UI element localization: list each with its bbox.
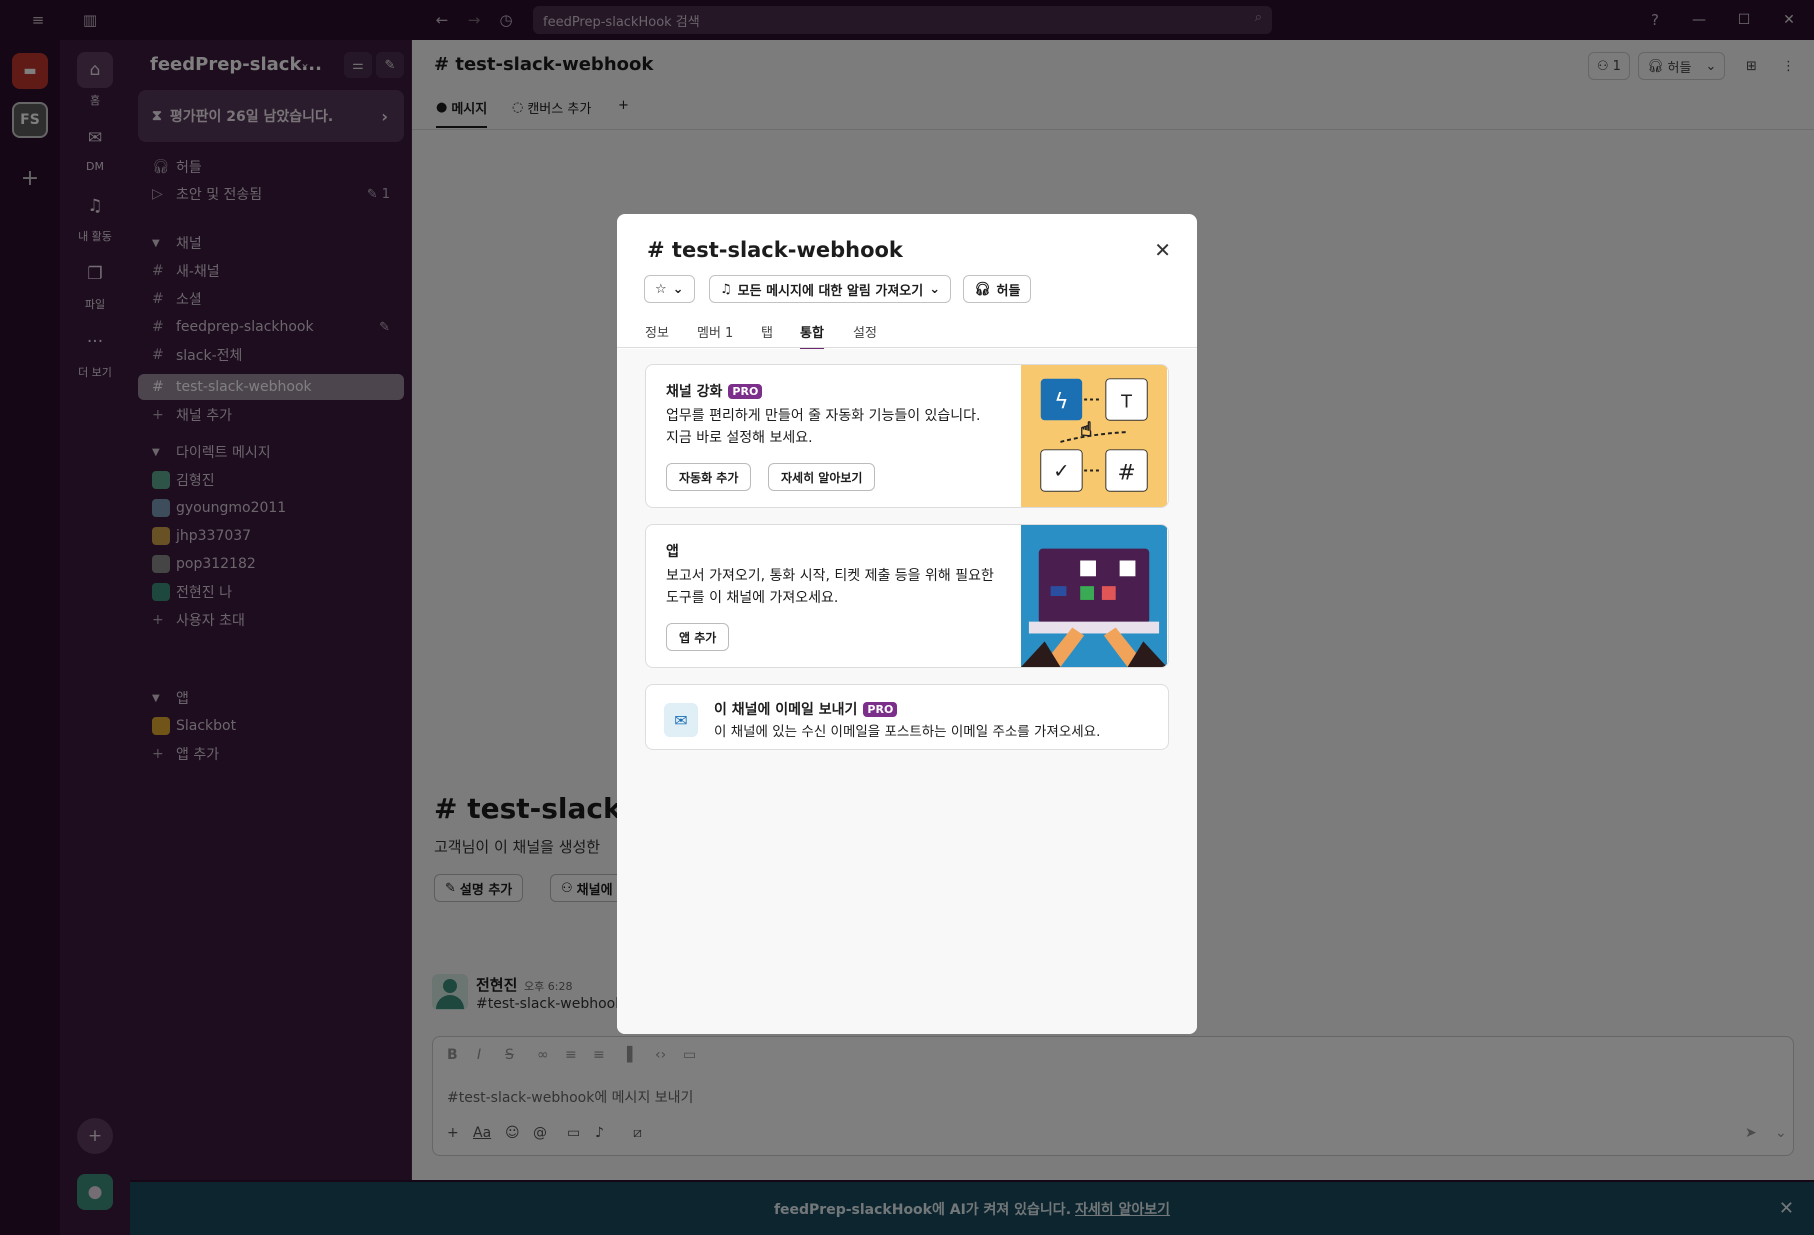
close-icon[interactable]: ✕ [1154, 238, 1171, 262]
star-button[interactable]: ☆ ⌄ [644, 275, 695, 303]
tab-tabs[interactable]: 탭 [761, 322, 773, 341]
chevron-down-icon: ⌄ [929, 281, 941, 297]
tab-settings[interactable]: 설정 [853, 322, 877, 341]
svg-text:ϟ: ϟ [1054, 389, 1068, 414]
card-title: 이 채널에 이메일 보내기 PRO [714, 699, 898, 719]
email-icon: ✉ [664, 703, 698, 737]
add-app-button[interactable]: 앱 추가 [666, 623, 730, 651]
tab-integrations[interactable]: 통합 [800, 322, 824, 350]
svg-text:T: T [1120, 392, 1132, 412]
modal-tabs: 정보 멤버 1 탭 통합 설정 [617, 312, 1197, 350]
add-automation-button[interactable]: 자동화 추가 [666, 463, 752, 491]
tab-about[interactable]: 정보 [645, 322, 669, 341]
workflow-illustration: ϟ T ✓ # ☝ [1021, 365, 1167, 507]
notifications-button[interactable]: ♫ 모든 메시지에 대한 알림 가져오기 ⌄ [709, 275, 952, 303]
notifications-label: 모든 메시지에 대한 알림 가져오기 [737, 283, 924, 299]
card-description: 이 채널에 있는 수신 이메일을 포스트하는 이메일 주소를 가져오세요. [714, 724, 1101, 740]
learn-more-button[interactable]: 자세히 알아보기 [768, 463, 876, 491]
svg-text:✓: ✓ [1053, 459, 1070, 482]
svg-text:#: # [1117, 460, 1135, 485]
modal-title: # test-slack-webhook [647, 238, 903, 262]
channel-details-modal: # test-slack-webhook ✕ ☆ ⌄ ♫ 모든 메시지에 대한 알림… [617, 214, 1197, 1034]
tab-members[interactable]: 멤버 1 [697, 322, 733, 341]
apps-illustration [1021, 525, 1167, 667]
card-title: 채널 강화 PRO [666, 381, 763, 401]
chevron-down-icon: ⌄ [672, 281, 684, 297]
bell-icon: ♫ [720, 281, 732, 297]
star-icon: ☆ [655, 281, 667, 297]
card-description: 업무를 편리하게 만들어 줄 자동화 기능들이 있습니다. 지금 바로 설정해 … [666, 408, 981, 446]
modal-body: 채널 강화 PRO 업무를 편리하게 만들어 줄 자동화 기능들이 있습니다. 지… [617, 349, 1197, 1034]
card-title: 앱 [666, 544, 679, 560]
email-card[interactable]: ✉ 이 채널에 이메일 보내기 PRO 이 채널에 있는 수신 이메일을 포스트하… [645, 684, 1169, 750]
headphones-icon: 🎧︎ [974, 281, 991, 297]
svg-text:☝: ☝ [1080, 418, 1092, 441]
pro-badge: PRO [863, 701, 898, 717]
huddle-label: 허들 [996, 283, 1021, 299]
workflow-card: 채널 강화 PRO 업무를 편리하게 만들어 줄 자동화 기능들이 있습니다. 지… [645, 364, 1169, 508]
apps-card: 앱 보고서 가져오기, 통화 시작, 티켓 제출 등을 위해 필요한 도구를 이… [645, 524, 1169, 668]
pro-badge: PRO [728, 383, 763, 399]
card-description: 보고서 가져오기, 통화 시작, 티켓 제출 등을 위해 필요한 도구를 이 채… [666, 568, 994, 606]
huddle-button[interactable]: 🎧︎ 허들 [963, 275, 1032, 303]
